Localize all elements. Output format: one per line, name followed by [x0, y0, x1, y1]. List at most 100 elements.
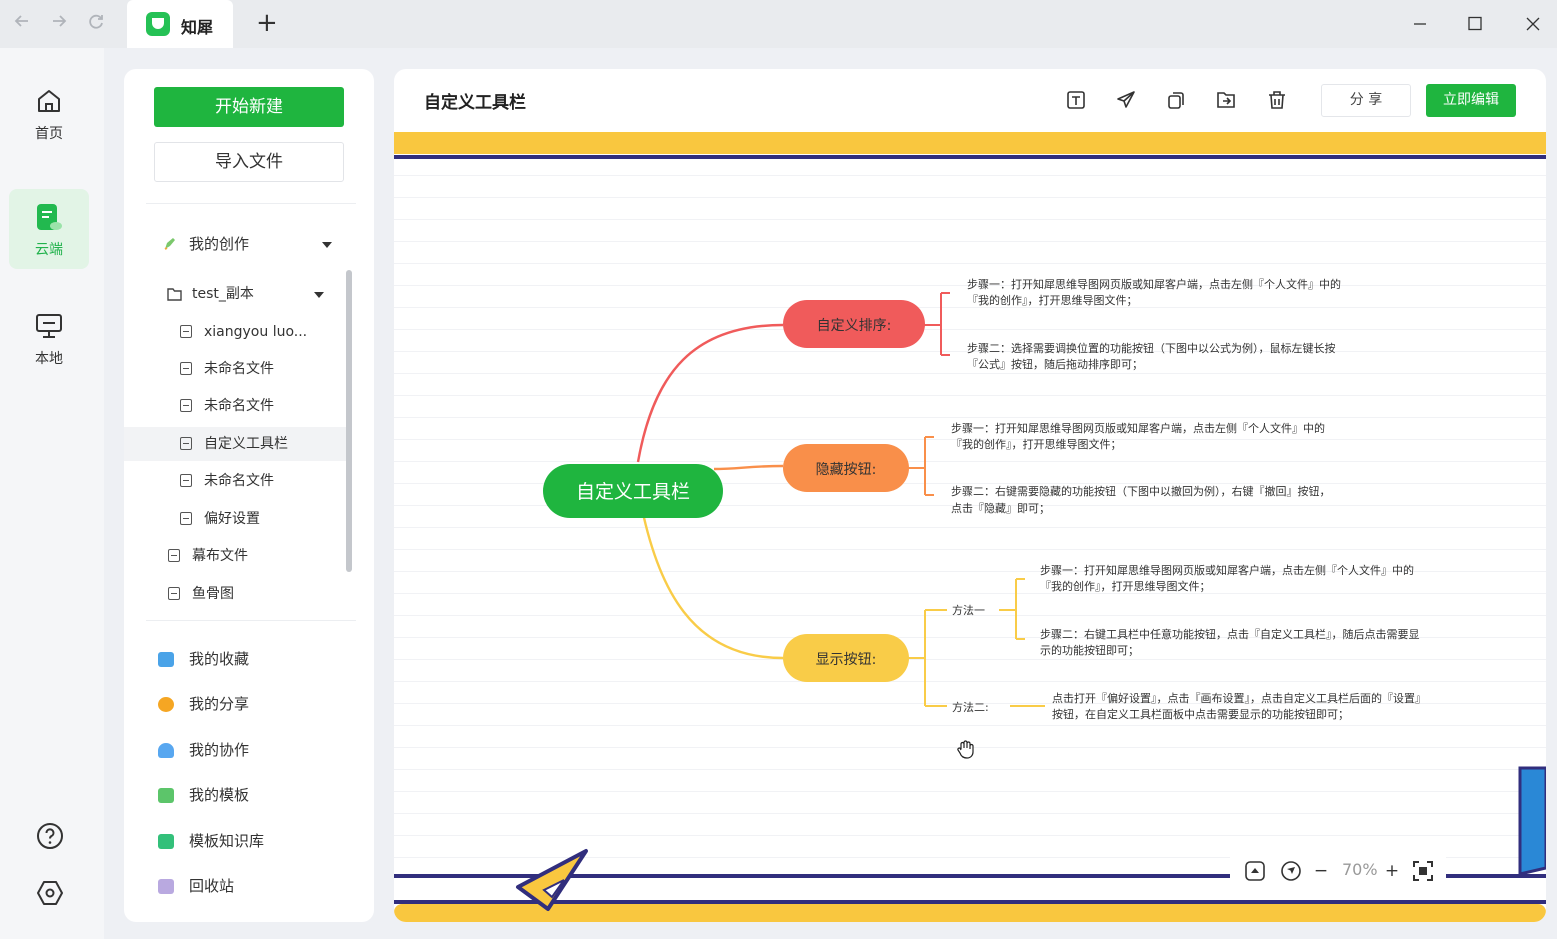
send-tool-button[interactable]: [1115, 89, 1137, 111]
file-icon: [180, 437, 192, 450]
file-icon: [180, 325, 192, 338]
export-tool-button[interactable]: [1215, 89, 1237, 111]
menu-item-template-library[interactable]: 模板知识库: [154, 826, 354, 856]
arrow-left-icon: [14, 15, 28, 27]
tree-item-my-creation[interactable]: 我的创作: [124, 227, 346, 261]
menu-item-templates[interactable]: 我的模板: [154, 780, 354, 810]
close-icon: [1526, 17, 1540, 31]
leaf-text[interactable]: 『我的创作』，打开思维导图文件；: [951, 437, 1122, 451]
menu-item-trash[interactable]: 回收站: [154, 871, 354, 901]
settings-button[interactable]: [36, 879, 64, 907]
tree-item-label: 鱼骨图: [192, 586, 234, 602]
tree-item-label: test_副本: [192, 286, 254, 302]
tree-item-folder[interactable]: test_副本: [124, 277, 346, 311]
bottom-blue-line-2: [394, 900, 1546, 904]
close-button[interactable]: [1518, 10, 1548, 38]
tree-item-file[interactable]: 鱼骨图: [124, 577, 346, 611]
minimize-button[interactable]: [1405, 10, 1435, 38]
zoom-level: 70%: [1342, 860, 1378, 879]
minimize-icon: [1414, 23, 1426, 25]
menu-item-collab[interactable]: 我的协作: [154, 735, 354, 765]
text-tool-button[interactable]: [1065, 89, 1087, 111]
menu-item-shares[interactable]: 我的分享: [154, 689, 354, 719]
sidebar-scrollbar[interactable]: [346, 270, 352, 572]
leaf-text[interactable]: 示的功能按钮即可；: [1040, 643, 1139, 657]
file-icon: [180, 362, 192, 375]
menu-item-favorites[interactable]: 我的收藏: [154, 644, 354, 674]
leaf-text[interactable]: 步骤一：打开知犀思维导图网页版或知犀客户端，点击左侧『个人文件』中的: [951, 421, 1325, 435]
copy-icon: [1168, 92, 1184, 109]
mindmap-svg[interactable]: 自定义工具栏 自定义排序: 隐藏按钮: 显示按钮: 方法一 方法二: 步骤一：打…: [394, 132, 1546, 922]
method-label[interactable]: 方法二:: [952, 700, 989, 714]
leaf-text[interactable]: 『我的创作』，打开思维导图文件；: [1040, 579, 1211, 593]
mindmap-canvas[interactable]: 自定义工具栏 自定义排序: 隐藏按钮: 显示按钮: 方法一 方法二: 步骤一：打…: [394, 132, 1546, 922]
locate-button[interactable]: [1280, 860, 1302, 882]
delete-tool-button[interactable]: [1266, 89, 1288, 111]
divider: [146, 620, 356, 621]
back-button[interactable]: [8, 10, 36, 38]
edit-now-button[interactable]: 立即编辑: [1426, 84, 1516, 117]
forward-button[interactable]: [45, 10, 73, 38]
leaf-text[interactable]: 点击『隐藏』即可；: [951, 502, 1050, 515]
leaf-text[interactable]: 『我的创作』，打开思维导图文件；: [967, 293, 1138, 307]
tree-item-file[interactable]: 未命名文件: [124, 464, 346, 498]
leaf-text[interactable]: 步骤一：打开知犀思维导图网页版或知犀客户端，点击左侧『个人文件』中的: [1040, 563, 1414, 577]
tree-item-label: xiangyou luo...: [204, 324, 308, 340]
caret-down-icon[interactable]: [314, 292, 324, 298]
book-icon: [158, 834, 174, 849]
tree-item-label: 偏好设置: [204, 511, 260, 527]
tree-item-file[interactable]: 偏好设置: [124, 502, 346, 536]
minimap-button[interactable]: [1244, 860, 1266, 882]
leaf-text[interactable]: 按钮，在自定义工具栏面板中点击需要显示的功能按钮即可；: [1052, 707, 1349, 721]
rail-item-local[interactable]: 本地: [9, 298, 89, 378]
trash-icon: [1269, 91, 1285, 109]
copy-tool-button[interactable]: [1165, 89, 1187, 111]
new-button[interactable]: 开始新建: [154, 87, 344, 127]
fit-screen-button[interactable]: [1412, 860, 1434, 882]
leaf-text[interactable]: 步骤一：打开知犀思维导图网页版或知犀客户端，点击左侧『个人文件』中的: [967, 277, 1341, 291]
leaf-text[interactable]: 步骤二：右键需要隐藏的功能按钮（下图中以撤回为例），右键『撤回』按钮，: [951, 484, 1331, 498]
file-icon: [168, 587, 180, 600]
rail-item-home[interactable]: 首页: [9, 73, 89, 153]
compass-icon: [1281, 861, 1301, 881]
tree-item-file-selected[interactable]: 自定义工具栏: [124, 427, 346, 461]
mindmap-branch-node[interactable]: 自定义排序:: [783, 300, 925, 348]
rail-item-cloud[interactable]: 云端: [9, 189, 89, 269]
menu-item-label: 我的分享: [189, 695, 250, 713]
fit-screen-icon: [1413, 861, 1433, 881]
editor-panel: 自定义工具栏 分 享 立即编辑 自定义工具栏 自定义排序: 隐藏按钮: 显示按钮…: [394, 69, 1546, 922]
zoom-out-button[interactable]: −: [1310, 860, 1332, 882]
new-tab-button[interactable]: +: [256, 8, 278, 38]
tree-item-file[interactable]: 幕布文件: [124, 539, 346, 573]
share-button[interactable]: 分 享: [1321, 84, 1411, 117]
tree-item-file[interactable]: 未命名文件: [124, 389, 346, 423]
caret-down-icon[interactable]: [322, 242, 332, 248]
tree-item-file[interactable]: 未命名文件: [124, 352, 346, 386]
mindmap-branch-node[interactable]: 隐藏按钮:: [783, 444, 909, 492]
method-label[interactable]: 方法一: [952, 603, 985, 617]
root-label: 自定义工具栏: [576, 481, 690, 503]
leaf-text[interactable]: 步骤二：右键工具栏中任意功能按钮，点击『自定义工具栏』，随后点击需要显: [1040, 627, 1420, 641]
mindmap-root-node[interactable]: 自定义工具栏: [543, 464, 723, 518]
reload-icon: [89, 14, 103, 29]
import-button[interactable]: 导入文件: [154, 142, 344, 182]
reload-button[interactable]: [82, 10, 110, 38]
file-icon: [180, 512, 192, 525]
zoom-toolbar: − 70% +: [1230, 854, 1446, 886]
leaf-text[interactable]: 『公式』按钮，随后拖动排序即可；: [967, 357, 1143, 371]
menu-item-label: 回收站: [189, 877, 235, 895]
folder-icon: [167, 288, 182, 301]
app-tab[interactable]: 知犀: [127, 0, 233, 48]
leaf-text[interactable]: 步骤二：选择需要调换位置的功能按钮（下图中以公式为例），鼠标左键长按: [967, 341, 1336, 355]
app-name: 知犀: [181, 18, 214, 37]
menu-item-label: 我的协作: [189, 741, 250, 759]
leaf-text[interactable]: 点击打开『偏好设置』，点击『画布设置』，点击自定义工具栏后面的『设置』: [1052, 691, 1426, 705]
app-logo: [146, 12, 170, 36]
help-icon: [37, 823, 63, 849]
maximize-button[interactable]: [1460, 10, 1490, 38]
help-button[interactable]: [36, 822, 64, 850]
tree-item-label: 未命名文件: [204, 361, 274, 377]
zoom-in-button[interactable]: +: [1381, 860, 1403, 882]
mindmap-branch-node[interactable]: 显示按钮:: [783, 634, 909, 682]
tree-item-file[interactable]: xiangyou luo...: [124, 315, 346, 349]
